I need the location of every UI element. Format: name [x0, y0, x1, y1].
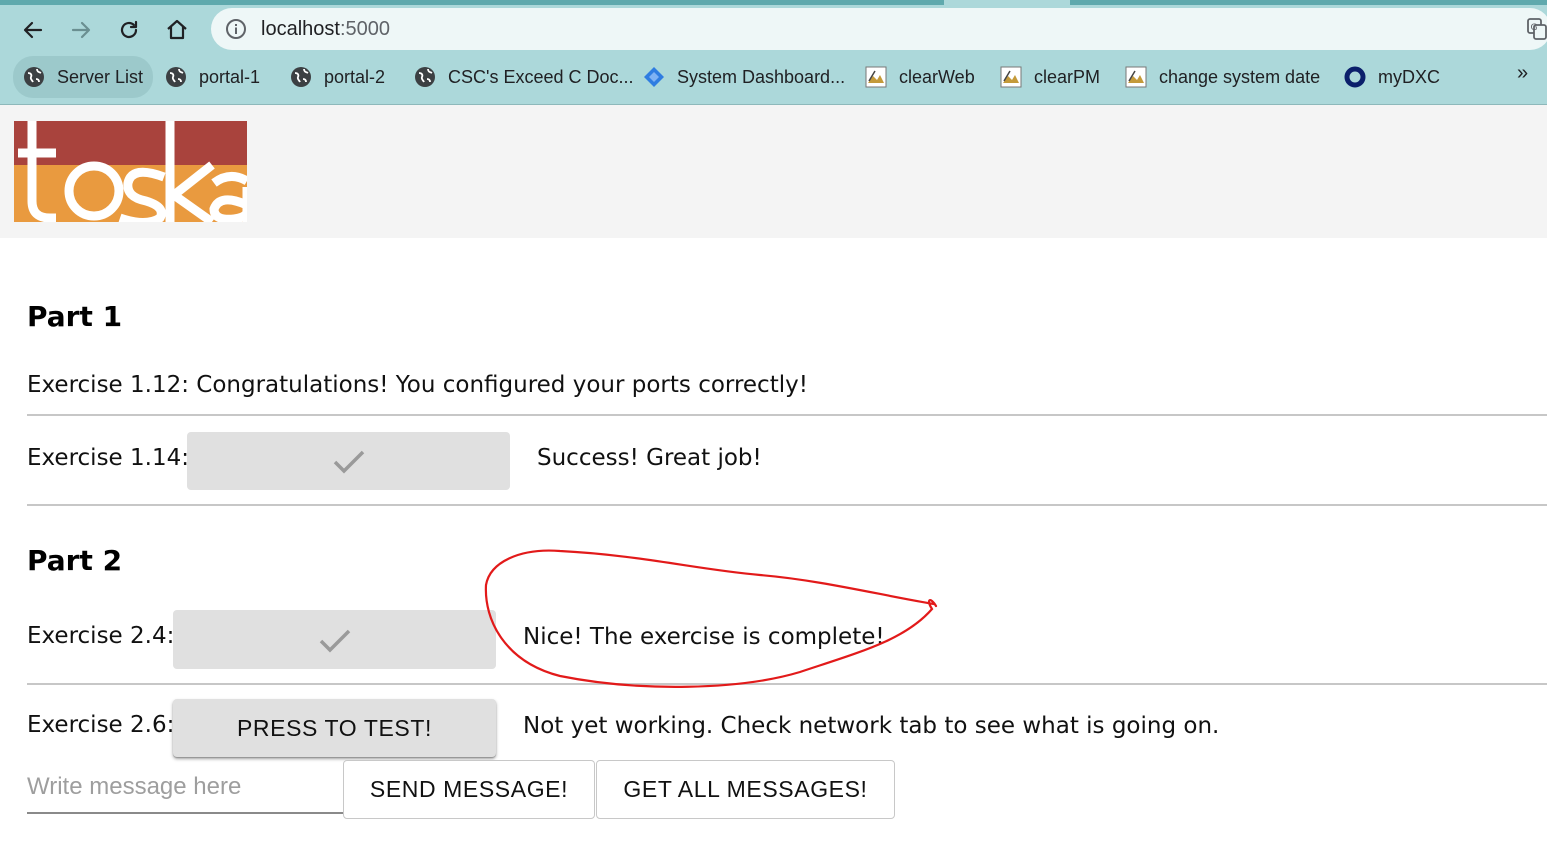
- bookmark-mydxc[interactable]: myDXC: [1344, 56, 1440, 98]
- divider: [27, 504, 1547, 506]
- globe-icon: [414, 66, 436, 88]
- ring-icon: [1344, 66, 1366, 88]
- exercise-1-14-button[interactable]: [187, 432, 510, 490]
- bookmark-label: portal-1: [199, 66, 261, 87]
- bookmark-change-system-date[interactable]: change system date: [1125, 56, 1320, 98]
- svg-text:G: G: [1531, 23, 1538, 33]
- send-message-button[interactable]: SEND MESSAGE!: [343, 760, 595, 819]
- bookmarks-overflow-button[interactable]: »: [1517, 62, 1528, 85]
- get-all-messages-button[interactable]: GET ALL MESSAGES!: [596, 760, 895, 819]
- diamond-icon: [643, 66, 665, 88]
- bookmark-clearweb[interactable]: clearWeb: [865, 56, 975, 98]
- home-button[interactable]: [161, 14, 193, 46]
- clearcase-icon: [1000, 66, 1022, 88]
- translate-icon[interactable]: G: [1527, 18, 1547, 40]
- arrow-right-icon: [71, 21, 91, 39]
- home-icon: [167, 19, 187, 40]
- bookmark-exceed-docs[interactable]: CSC's Exceed C Doc...: [414, 56, 634, 98]
- clearcase-icon: [1125, 66, 1147, 88]
- bookmark-label: Server List: [57, 66, 144, 87]
- checkmark-icon: [319, 629, 350, 652]
- address-bar[interactable]: localhost:5000: [211, 8, 1547, 50]
- globe-icon: [290, 66, 312, 88]
- clearcase-icon: [865, 66, 887, 88]
- press-to-test-button[interactable]: PRESS TO TEST!: [173, 699, 496, 757]
- bookmark-label: myDXC: [1378, 66, 1440, 87]
- exercise-1-12-status: Exercise 1.12: Congratulations! You conf…: [27, 372, 808, 398]
- bookmark-label: clearPM: [1034, 66, 1101, 87]
- exercise-2-6-label: Exercise 2.6:: [27, 712, 175, 738]
- itoska-logo: [14, 121, 247, 222]
- url-port: :5000: [339, 17, 390, 40]
- globe-icon: [23, 66, 45, 88]
- bookmarks-bar: Server List portal-1 portal-2 CSC's Exce…: [0, 55, 1547, 99]
- forward-button[interactable]: [65, 14, 97, 46]
- bookmark-label: portal-2: [324, 66, 386, 87]
- back-button[interactable]: [17, 14, 49, 46]
- bookmark-label: change system date: [1159, 66, 1321, 87]
- checkmark-icon: [333, 450, 364, 474]
- part1-heading: Part 1: [27, 300, 123, 333]
- exercise-2-4-button[interactable]: [173, 610, 496, 669]
- url-host: localhost: [261, 17, 340, 40]
- bookmark-label: CSC's Exceed C Doc...: [448, 66, 634, 87]
- bookmark-label: clearWeb: [899, 66, 975, 87]
- bookmark-server-list[interactable]: Server List: [13, 56, 154, 98]
- arrow-left-icon: [23, 21, 43, 39]
- site-info-icon[interactable]: [225, 18, 247, 40]
- bookmark-label: System Dashboard...: [677, 66, 846, 87]
- reload-button[interactable]: [113, 14, 145, 46]
- part2-heading: Part 2: [27, 544, 123, 577]
- exercise-1-14-status: Success! Great job!: [537, 445, 762, 471]
- tab-strip: [0, 0, 1547, 5]
- exercise-2-4-label: Exercise 2.4:: [27, 623, 175, 649]
- browser-chrome: localhost:5000 G Server List portal-1 po…: [0, 0, 1547, 105]
- bookmark-portal-1[interactable]: portal-1: [165, 56, 260, 98]
- exercise-2-6-status: Not yet working. Check network tab to se…: [523, 713, 1220, 739]
- bookmark-system-dashboard[interactable]: System Dashboard...: [643, 56, 845, 98]
- bookmark-portal-2[interactable]: portal-2: [290, 56, 385, 98]
- reload-icon: [120, 20, 138, 39]
- exercise-2-4-status: Nice! The exercise is complete!: [523, 624, 885, 650]
- divider: [27, 683, 1547, 685]
- active-tab-indicator[interactable]: [944, 0, 1070, 5]
- divider: [27, 414, 1547, 416]
- globe-icon: [165, 66, 187, 88]
- bookmark-clearpm[interactable]: clearPM: [1000, 56, 1100, 98]
- exercise-1-14-label: Exercise 1.14:: [27, 445, 189, 471]
- url-text[interactable]: localhost:5000: [261, 18, 390, 41]
- message-input[interactable]: [27, 762, 343, 814]
